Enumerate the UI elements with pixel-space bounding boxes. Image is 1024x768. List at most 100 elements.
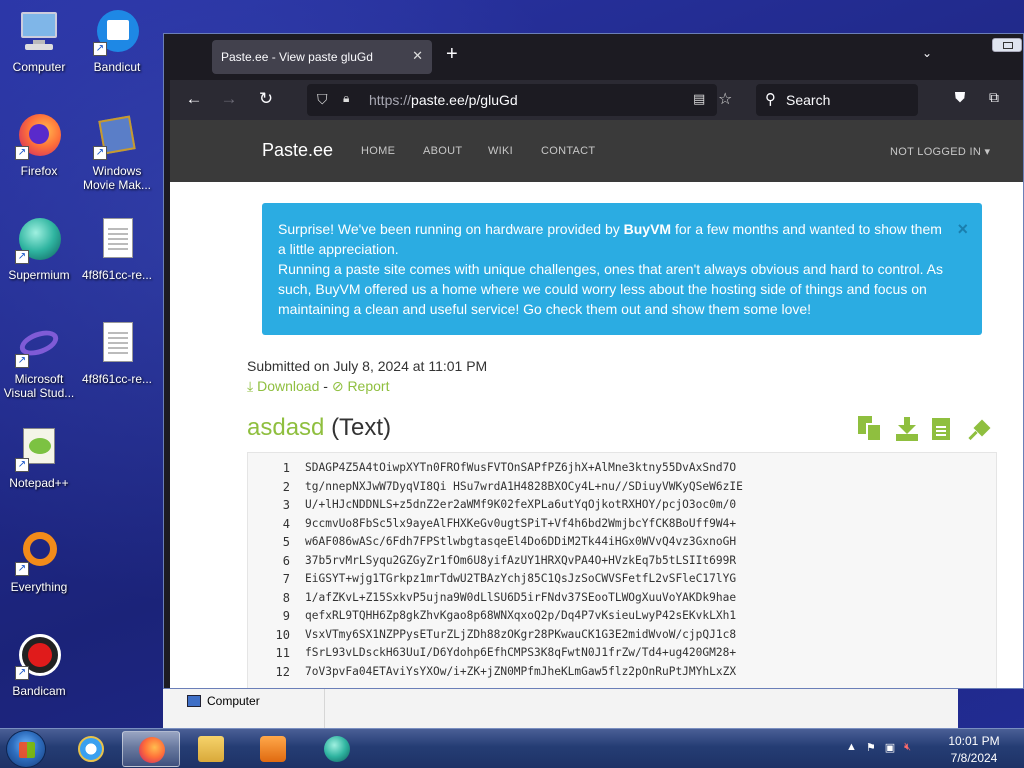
- close-icon[interactable]: ✕: [412, 48, 423, 64]
- report-icon[interactable]: ⊘: [332, 378, 344, 394]
- notepad-plus-plus-icon: ↗: [15, 424, 63, 472]
- line-number: 9: [282, 609, 290, 623]
- folder-icon: [198, 736, 224, 762]
- shortcut-arrow-icon: ↗: [93, 146, 107, 160]
- nav-wiki[interactable]: WIKI: [488, 145, 513, 157]
- desktop-icon-firefox[interactable]: ↗ Firefox: [0, 112, 78, 178]
- desktop-icon-label: Microsoft Visual Stud...: [3, 372, 75, 400]
- desktop-icon-label: Notepad++: [9, 476, 69, 490]
- line-number: 3: [282, 498, 290, 512]
- line-text: qefxRL9TQHH6Zp8gkZhvKgao8p68WNXqxoQ2p/Dq…: [305, 609, 737, 622]
- explorer-nav-computer[interactable]: Computer: [187, 694, 260, 708]
- alert-text-line2: Running a paste site comes with unique c…: [278, 261, 943, 317]
- code-line: 12 7oV3pvFa04ETAviYsYXOw/i+ZK+jZN0MPfmJhe…: [248, 665, 996, 683]
- line-number: 4: [282, 516, 290, 531]
- desktop-icon-windows-movie-maker[interactable]: ↗ Windows Movie Mak...: [78, 112, 156, 192]
- code-line: 9 qefxRL9TQHH6Zp8gkZhvKgao8p68WNXqxoQ2p/D…: [248, 609, 996, 627]
- reader-view-icon[interactable]: ▤: [693, 91, 705, 107]
- desktop-icon-file-2[interactable]: 4f8f61cc-re...: [78, 320, 156, 386]
- desktop-icon-computer[interactable]: Computer: [0, 8, 78, 74]
- taskbar: ▲ ⚑ ▣ 🔇︎ 10:01 PM 7/8/2024: [0, 728, 1024, 768]
- navigation-toolbar: ← → ↻ ⛉ 🔒︎ https://paste.ee/p/gluGd ▤ ☆ …: [170, 80, 1023, 120]
- raw-document-icon[interactable]: [930, 416, 954, 442]
- close-icon[interactable]: ×: [957, 219, 968, 239]
- code-line: 10 VsxVTmy6SX1NZPPysETurZLjZDh88zOKgr28PK…: [248, 628, 996, 646]
- taskbar-supermium[interactable]: [308, 731, 366, 767]
- pocket-icon[interactable]: ⛊: [949, 89, 971, 106]
- forward-arrow-icon[interactable]: →: [218, 89, 240, 109]
- line-text: 37b5rvMrLSyqu2GZGyZr1fOm6U8yifAzUY1HRXQv…: [305, 553, 737, 567]
- line-number: 11: [275, 646, 290, 660]
- new-tab-button[interactable]: +: [446, 44, 458, 64]
- computer-icon: [187, 695, 201, 707]
- action-center-flag-icon[interactable]: ⚑: [866, 741, 876, 754]
- code-block[interactable]: 1 SDAGP4Z5A4tOiwpXYTn0FROfWusFVTOnSAPfPZ6…: [247, 452, 997, 688]
- nav-home[interactable]: HOME: [361, 145, 395, 157]
- desktop-icon-visual-studio[interactable]: ↗ Microsoft Visual Stud...: [0, 320, 78, 400]
- taskbar-firefox[interactable]: [122, 731, 180, 767]
- download-link[interactable]: Download: [257, 378, 319, 394]
- extensions-icon[interactable]: ⧉: [983, 89, 1005, 106]
- desktop-icon-bandicam[interactable]: ↗ Bandicam: [0, 632, 78, 698]
- computer-icon: [15, 8, 63, 56]
- everything-icon: ↗: [15, 528, 63, 576]
- chevron-down-icon[interactable]: ⌄: [922, 46, 932, 60]
- taskbar-explorer[interactable]: [182, 731, 240, 767]
- back-arrow-icon[interactable]: ←: [183, 89, 205, 109]
- account-menu[interactable]: NOT LOGGED IN ▾: [890, 145, 990, 158]
- internet-explorer-icon: [78, 736, 104, 762]
- start-button[interactable]: [6, 730, 46, 768]
- desktop-icon-label: Windows Movie Mak...: [82, 164, 151, 192]
- taskbar-media-player[interactable]: [244, 731, 302, 767]
- divider: [324, 689, 325, 729]
- embed-plug-icon[interactable]: [966, 416, 991, 442]
- shortcut-arrow-icon: ↗: [93, 42, 107, 56]
- desktop-icon-supermium[interactable]: ↗ Supermium: [0, 216, 78, 282]
- code-line: 1 SDAGP4Z5A4tOiwpXYTn0FROfWusFVTOnSAPfPZ6…: [248, 461, 996, 479]
- announcement-alert: Surprise! We've been running on hardware…: [262, 203, 982, 335]
- line-number: 1: [282, 461, 290, 475]
- nav-about[interactable]: ABOUT: [423, 145, 462, 157]
- url-bar[interactable]: ⛉ 🔒︎ https://paste.ee/p/gluGd ▤ ☆: [307, 84, 732, 116]
- shortcut-arrow-icon: ↗: [15, 146, 29, 160]
- explorer-window-behind[interactable]: Computer: [163, 688, 958, 729]
- tab-active[interactable]: Paste.ee - View paste gluGd ✕: [212, 40, 432, 74]
- desktop-icon-label: Everything: [10, 580, 68, 594]
- restore-window-button[interactable]: [992, 38, 1022, 52]
- desktop-icon-label: Firefox: [20, 164, 58, 178]
- paste-actions: ⤓ Download - ⊘ Report: [247, 378, 389, 395]
- reload-icon[interactable]: ↻: [255, 89, 277, 109]
- firefox-window: Paste.ee - View paste gluGd ✕ + ⌄ ← → ↻ …: [163, 33, 1024, 689]
- download-icon[interactable]: ⤓: [247, 378, 253, 394]
- line-text: U/+lHJcNDDNLS+z5dnZ2er2aWMf9K02feXPLa6ut…: [305, 498, 737, 511]
- search-input[interactable]: Search: [786, 92, 830, 108]
- shield-icon[interactable]: ⛉: [317, 91, 328, 108]
- search-bar[interactable]: ⚲ Search: [756, 84, 918, 116]
- report-link[interactable]: Report: [347, 378, 389, 394]
- bookmark-star-icon[interactable]: ☆: [718, 89, 732, 109]
- bandicam-icon: ↗: [15, 632, 63, 680]
- show-hidden-icons-icon[interactable]: ▲: [846, 741, 857, 754]
- movie-maker-icon: ↗: [93, 112, 141, 160]
- taskbar-ie[interactable]: [62, 731, 120, 767]
- desktop-icon-label: 4f8f61cc-re...: [81, 372, 153, 386]
- lock-icon[interactable]: 🔒︎: [343, 91, 349, 106]
- download-icon[interactable]: [894, 416, 918, 442]
- line-text: SDAGP4Z5A4tOiwpXYTn0FROfWusFVTOnSAPfPZ6j…: [305, 461, 737, 474]
- site-brand[interactable]: Paste.ee: [262, 140, 333, 161]
- desktop-icon-file-1[interactable]: 4f8f61cc-re...: [78, 216, 156, 282]
- document-icon: [93, 216, 141, 264]
- desktop-icon-bandicut[interactable]: ↗ Bandicut: [78, 8, 156, 74]
- line-text: VsxVTmy6SX1NZPPysETurZLjZDh88zOKgr28PKwa…: [305, 627, 737, 641]
- desktop-icon-everything[interactable]: ↗ Everything: [0, 528, 78, 594]
- shortcut-arrow-icon: ↗: [15, 666, 29, 680]
- taskbar-clock[interactable]: 10:01 PM 7/8/2024: [938, 733, 1010, 767]
- nav-contact[interactable]: CONTACT: [541, 145, 595, 157]
- volume-muted-icon[interactable]: 🔇︎: [904, 741, 911, 754]
- network-icon[interactable]: ▣: [885, 741, 895, 754]
- tab-title: Paste.ee - View paste gluGd: [221, 50, 373, 64]
- url-text[interactable]: https://paste.ee/p/gluGd: [369, 92, 518, 108]
- code-line: 5 w6AF086wASc/6Fdh7FPStlwbgtasqeEl4Do6DDi…: [248, 535, 996, 553]
- desktop-icon-notepad-plus-plus[interactable]: ↗ Notepad++: [0, 424, 78, 490]
- copy-icon[interactable]: [858, 416, 882, 442]
